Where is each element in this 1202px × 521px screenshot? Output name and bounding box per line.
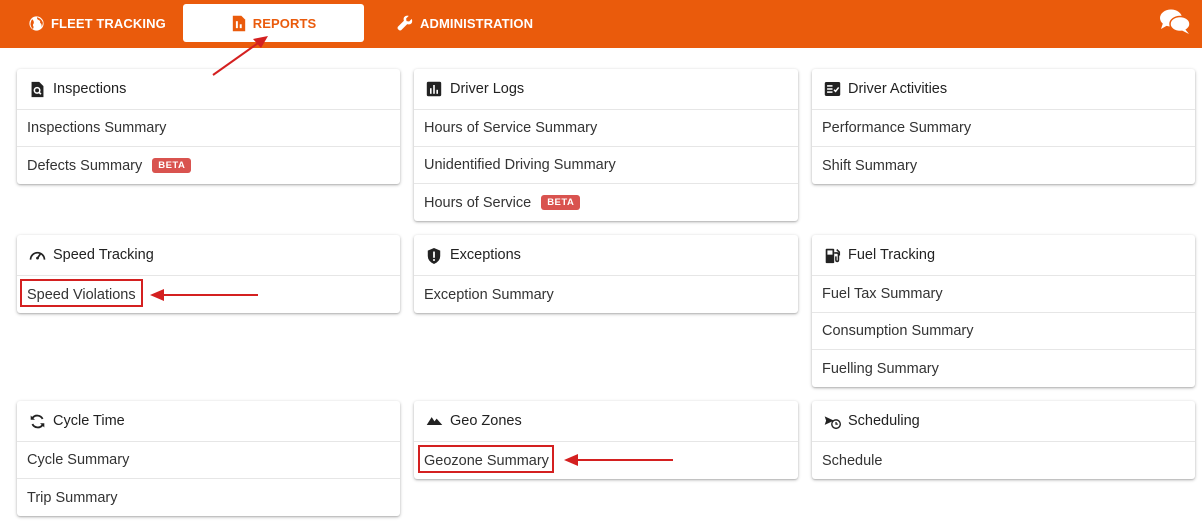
- nav-tab-fleet-tracking-label: FLEET TRACKING: [51, 15, 166, 31]
- report-link-label: Fuel Tax Summary: [822, 286, 943, 302]
- report-link-shift-summary[interactable]: Shift Summary: [812, 147, 1195, 184]
- card-driver-logs: Driver Logs Hours of Service Summary Uni…: [414, 69, 798, 221]
- speedometer-icon: [29, 247, 46, 264]
- card-exceptions-title: Exceptions: [450, 247, 521, 263]
- card-geo-zones-header: Geo Zones: [414, 401, 798, 442]
- nav-tab-administration[interactable]: ADMINISTRATION: [396, 4, 533, 42]
- nav-tab-reports[interactable]: REPORTS: [183, 4, 364, 42]
- report-link-performance-summary[interactable]: Performance Summary: [812, 110, 1195, 147]
- nav-tab-fleet-tracking[interactable]: FLEET TRACKING: [28, 4, 166, 42]
- report-link-schedule[interactable]: Schedule: [812, 442, 1195, 479]
- card-inspections-header: Inspections: [17, 69, 400, 110]
- card-geo-zones: Geo Zones Geozone Summary: [414, 401, 798, 479]
- scheduling-icon: [824, 413, 841, 430]
- beta-badge: BETA: [152, 158, 192, 173]
- report-link-label: Geozone Summary: [424, 452, 549, 469]
- report-link-label: Schedule: [822, 452, 883, 469]
- card-driver-logs-title: Driver Logs: [450, 81, 525, 97]
- bar-chart-icon: [426, 81, 443, 98]
- card-exceptions-header: Exceptions: [414, 235, 798, 276]
- card-scheduling-title: Scheduling: [848, 413, 920, 429]
- shield-alert-icon: [426, 247, 443, 264]
- report-link-cycle-summary[interactable]: Cycle Summary: [17, 442, 400, 479]
- report-link-trip-summary[interactable]: Trip Summary: [17, 479, 400, 516]
- report-link-hours-of-service[interactable]: Hours of Service BETA: [414, 184, 798, 221]
- checklist-icon: [824, 81, 841, 98]
- report-link-exception-summary[interactable]: Exception Summary: [414, 276, 798, 313]
- report-link-label: Hours of Service: [424, 194, 532, 211]
- report-link-label: Fuelling Summary: [822, 360, 939, 377]
- report-link-label: Consumption Summary: [822, 323, 974, 339]
- report-link-inspections-summary[interactable]: Inspections Summary: [17, 110, 400, 147]
- report-link-label: Speed Violations: [27, 286, 136, 303]
- top-nav-bar: FLEET TRACKING REPORTS ADMINISTRATION: [0, 0, 1202, 48]
- report-link-fuelling-summary[interactable]: Fuelling Summary: [812, 350, 1195, 387]
- beta-badge: BETA: [541, 195, 581, 210]
- fuel-pump-icon: [824, 247, 841, 264]
- report-link-unidentified-driving-summary[interactable]: Unidentified Driving Summary: [414, 147, 798, 184]
- card-driver-activities: Driver Activities Performance Summary Sh…: [812, 69, 1195, 184]
- cycle-icon: [29, 413, 46, 430]
- card-scheduling: Scheduling Schedule: [812, 401, 1195, 479]
- mountains-icon: [426, 413, 443, 430]
- card-speed-tracking: Speed Tracking Speed Violations: [17, 235, 400, 313]
- report-link-label: Defects Summary: [27, 157, 143, 174]
- report-link-label: Exception Summary: [424, 286, 554, 303]
- report-link-hours-of-service-summary[interactable]: Hours of Service Summary: [414, 110, 798, 147]
- card-fuel-tracking: Fuel Tracking Fuel Tax Summary Consumpti…: [812, 235, 1195, 387]
- report-link-speed-violations[interactable]: Speed Violations: [17, 276, 400, 313]
- magnifier-doc-icon: [29, 81, 46, 98]
- globe-icon: [29, 15, 44, 31]
- card-driver-activities-title: Driver Activities: [848, 81, 948, 97]
- report-link-consumption-summary[interactable]: Consumption Summary: [812, 313, 1195, 350]
- wrench-icon: [397, 15, 413, 31]
- nav-tab-administration-label: ADMINISTRATION: [420, 15, 534, 31]
- report-link-geozone-summary[interactable]: Geozone Summary: [414, 442, 798, 479]
- card-cycle-time-header: Cycle Time: [17, 401, 400, 442]
- card-inspections: Inspections Inspections Summary Defects …: [17, 69, 400, 184]
- card-inspections-title: Inspections: [53, 81, 127, 97]
- card-cycle-time-title: Cycle Time: [53, 413, 125, 429]
- card-speed-tracking-title: Speed Tracking: [53, 247, 154, 263]
- report-link-label: Inspections Summary: [27, 120, 167, 136]
- card-fuel-tracking-title: Fuel Tracking: [848, 247, 936, 263]
- report-doc-icon: [232, 15, 245, 31]
- card-driver-activities-header: Driver Activities: [812, 69, 1195, 110]
- card-scheduling-header: Scheduling: [812, 401, 1195, 442]
- card-geo-zones-title: Geo Zones: [450, 413, 522, 429]
- card-speed-tracking-header: Speed Tracking: [17, 235, 400, 276]
- report-link-label: Performance Summary: [822, 120, 972, 136]
- report-link-label: Shift Summary: [822, 157, 918, 174]
- report-link-fuel-tax-summary[interactable]: Fuel Tax Summary: [812, 276, 1195, 313]
- report-link-label: Cycle Summary: [27, 452, 130, 468]
- nav-tab-reports-label: REPORTS: [252, 15, 317, 31]
- card-driver-logs-header: Driver Logs: [414, 69, 798, 110]
- card-fuel-tracking-header: Fuel Tracking: [812, 235, 1195, 276]
- report-link-defects-summary[interactable]: Defects Summary BETA: [17, 147, 400, 184]
- report-link-label: Unidentified Driving Summary: [424, 157, 616, 173]
- report-link-label: Hours of Service Summary: [424, 120, 598, 136]
- chat-bubbles-icon[interactable]: [1159, 8, 1191, 36]
- card-cycle-time: Cycle Time Cycle Summary Trip Summary: [17, 401, 400, 516]
- report-link-label: Trip Summary: [27, 489, 118, 506]
- card-exceptions: Exceptions Exception Summary: [414, 235, 798, 313]
